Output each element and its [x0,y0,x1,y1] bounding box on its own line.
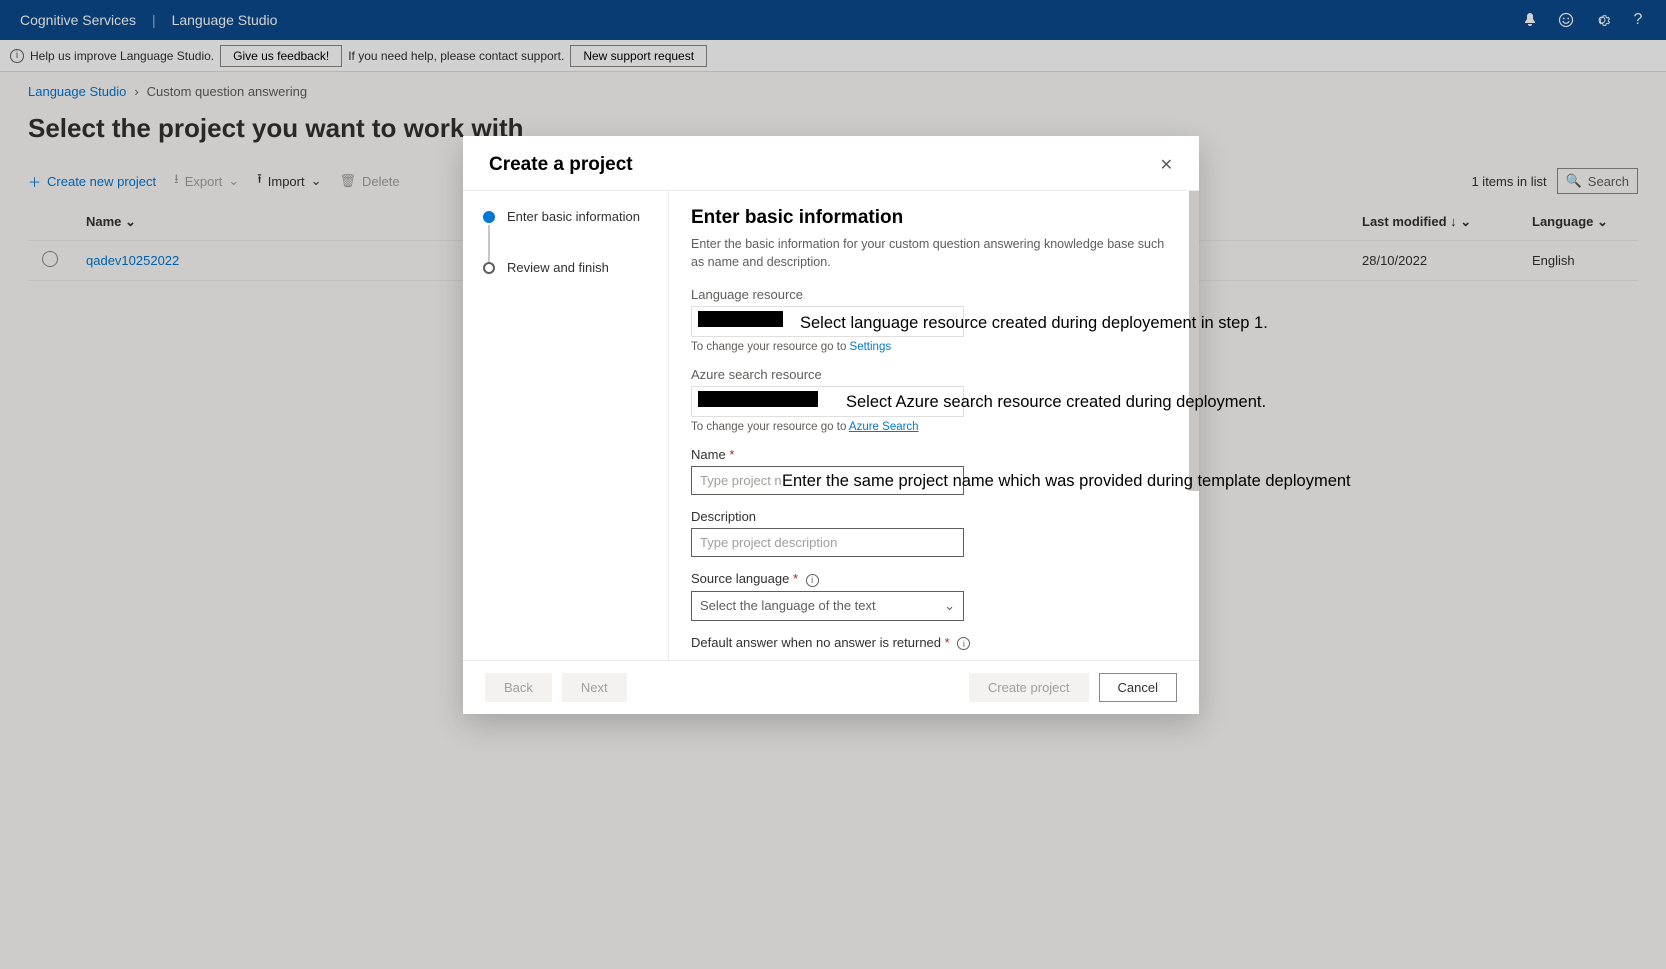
annotation-azure-search: Select Azure search resource created dur… [846,393,1266,412]
description-label: Description [691,509,1177,524]
step-dot-icon [483,211,495,223]
source-language-label: Source language * i [691,571,1177,587]
chevron-down-icon: ⌄ [944,598,955,614]
language-resource-value [698,311,783,327]
source-language-select[interactable]: Select the language of the text ⌄ [691,591,964,621]
annotation-project-name: Enter the same project name which was pr… [782,472,1351,491]
modal-footer: Back Next Create project Cancel [463,660,1199,714]
step-dot-icon [483,262,495,274]
modal-panel: Enter basic information Enter the basic … [669,191,1199,660]
default-answer-label: Default answer when no answer is returne… [691,635,1177,651]
language-resource-label: Language resource [691,287,1177,302]
next-button[interactable]: Next [562,673,627,702]
modal-steps: Enter basic information Review and finis… [463,191,669,660]
create-project-modal: Create a project ✕ Enter basic informati… [463,136,1199,714]
step-basic-info[interactable]: Enter basic information [483,209,648,224]
cancel-button[interactable]: Cancel [1099,673,1177,702]
panel-description: Enter the basic information for your cus… [691,235,1177,271]
create-project-button[interactable]: Create project [969,673,1089,702]
modal-title: Create a project [489,154,633,176]
name-label: Name * [691,447,1177,462]
step-review[interactable]: Review and finish [483,260,648,275]
azure-search-value [698,391,818,407]
scrollbar-thumb[interactable] [1189,191,1199,491]
annotation-language-resource: Select language resource created during … [800,314,1268,333]
project-description-input[interactable] [691,528,964,557]
language-resource-hint: To change your resource go to Settings [691,341,1177,353]
azure-search-link[interactable]: Azure Search [849,421,919,433]
panel-heading: Enter basic information [691,207,1177,229]
info-icon[interactable]: i [957,637,970,650]
back-button[interactable]: Back [485,673,552,702]
info-icon[interactable]: i [806,574,819,587]
step-connector [488,225,490,263]
azure-search-hint: To change your resource go to Azure Sear… [691,421,1177,433]
settings-link[interactable]: Settings [850,341,892,353]
azure-search-label: Azure search resource [691,367,1177,382]
close-icon[interactable]: ✕ [1160,155,1173,175]
